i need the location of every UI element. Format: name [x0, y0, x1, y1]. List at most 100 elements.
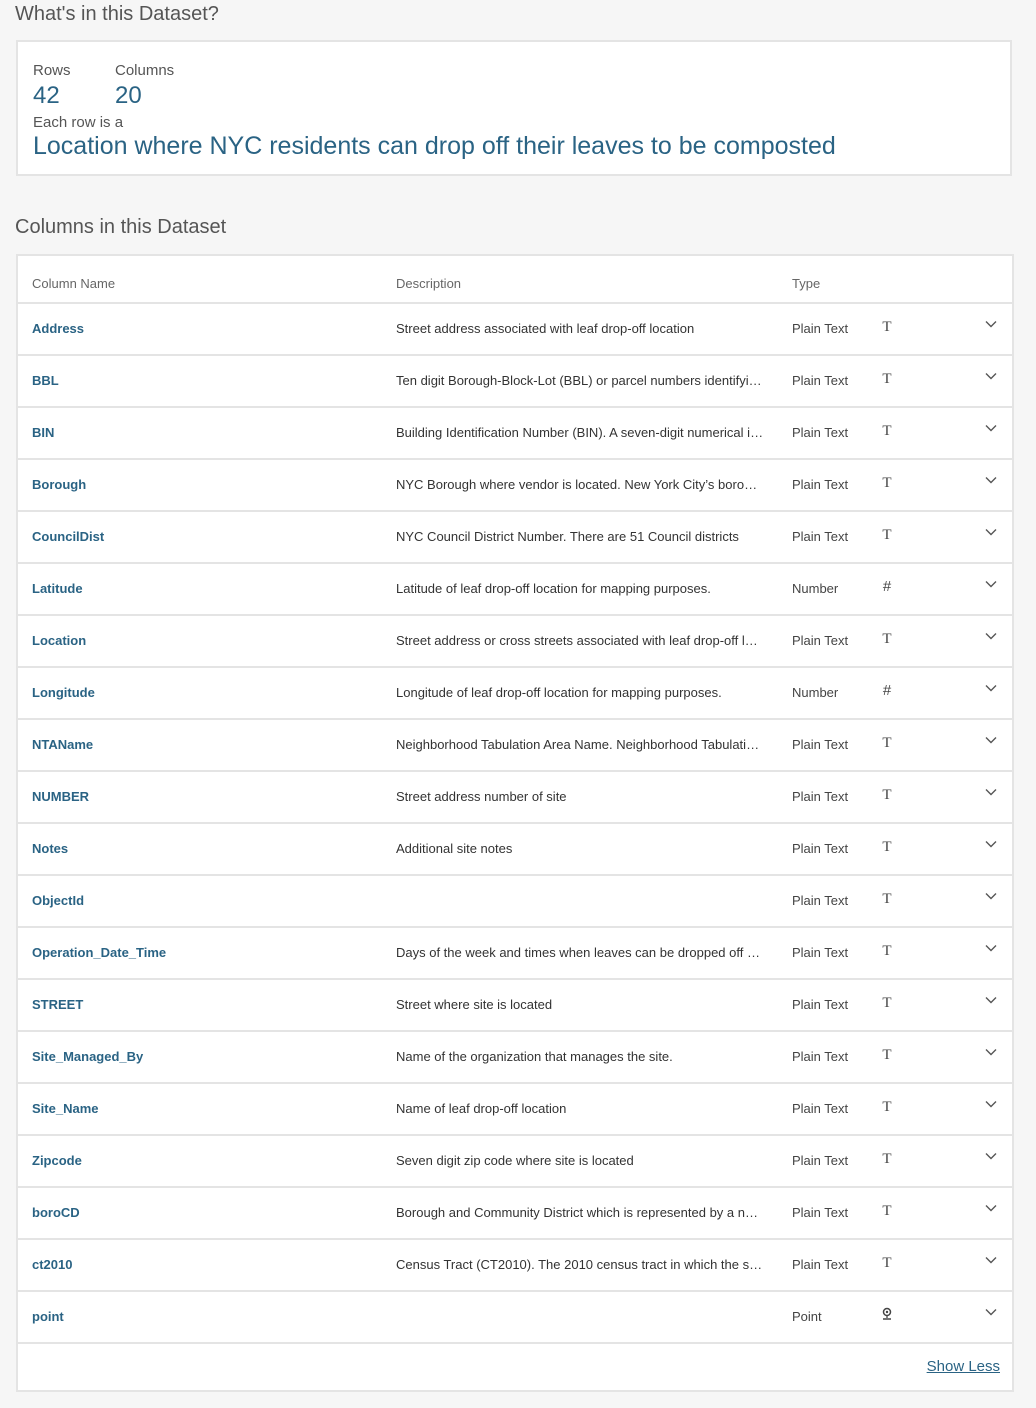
chevron-down-icon[interactable] — [984, 733, 998, 747]
text-type-icon: T — [882, 995, 892, 1011]
table-header: Column Name Description Type — [18, 256, 1012, 304]
chevron-down-icon[interactable] — [984, 941, 998, 955]
chevron-down-icon[interactable] — [984, 421, 998, 435]
chevron-down-icon[interactable] — [984, 1253, 998, 1267]
table-body: Address Street address associated with le… — [18, 304, 1012, 1344]
column-name-link[interactable]: Latitude — [32, 581, 83, 597]
column-name-link[interactable]: NTAName — [32, 737, 93, 753]
columns-value: 20 — [115, 82, 142, 109]
table-row[interactable]: Zipcode Seven digit zip code where site i… — [18, 1136, 1012, 1188]
table-row[interactable]: Operation_Date_Time Days of the week and … — [18, 928, 1012, 980]
column-description: Additional site notes — [396, 841, 513, 856]
text-type-icon: T — [882, 839, 892, 855]
column-description: Seven digit zip code where site is locat… — [396, 1153, 634, 1168]
text-type-icon: T — [882, 735, 892, 751]
table-row[interactable]: Longitude Longitude of leaf drop-off loca… — [18, 668, 1012, 720]
column-description: Name of the organization that manages th… — [396, 1049, 673, 1064]
column-name-link[interactable]: CouncilDist — [32, 529, 104, 545]
header-description: Description — [396, 276, 462, 291]
column-description: NYC Council District Number. There are 5… — [396, 529, 739, 544]
table-row[interactable]: Latitude Latitude of leaf drop-off locati… — [18, 564, 1012, 616]
table-row[interactable]: point Point — [18, 1292, 1012, 1344]
text-type-icon: T — [882, 1203, 892, 1219]
column-type: Plain Text — [792, 1257, 849, 1272]
chevron-down-icon[interactable] — [984, 993, 998, 1007]
column-name-link[interactable]: point — [32, 1309, 64, 1325]
summary-title: What's in this Dataset? — [15, 3, 219, 25]
text-type-icon: T — [882, 423, 892, 439]
table-row[interactable]: Site_Name Name of leaf drop-off location P… — [18, 1084, 1012, 1136]
column-description: Name of leaf drop-off location — [396, 1101, 567, 1116]
header-column-name: Column Name — [32, 276, 116, 291]
summary-card: Rows 42 Columns 20 Each row is a Locatio… — [16, 40, 1012, 176]
table-row[interactable]: ct2010 Census Tract (CT2010). The 2010 ce… — [18, 1240, 1012, 1292]
column-name-link[interactable]: STREET — [32, 997, 83, 1013]
column-type: Plain Text — [792, 1153, 849, 1168]
table-row[interactable]: STREET Street where site is located Plain … — [18, 980, 1012, 1032]
column-description: Building Identification Number (BIN). A … — [396, 425, 764, 440]
column-description: Census Tract (CT2010). The 2010 census t… — [396, 1257, 764, 1272]
column-type: Point — [792, 1309, 822, 1324]
row-description-label: Each row is a — [33, 114, 124, 131]
table-row[interactable]: Site_Managed_By Name of the organization … — [18, 1032, 1012, 1084]
column-name-link[interactable]: Longitude — [32, 685, 95, 701]
column-type: Plain Text — [792, 529, 849, 544]
chevron-down-icon[interactable] — [984, 369, 998, 383]
column-name-link[interactable]: Zipcode — [32, 1153, 82, 1169]
chevron-down-icon[interactable] — [984, 473, 998, 487]
column-name-link[interactable]: Borough — [32, 477, 86, 493]
column-name-link[interactable]: ct2010 — [32, 1257, 72, 1273]
column-name-link[interactable]: NUMBER — [32, 789, 89, 805]
column-type: Plain Text — [792, 1205, 849, 1220]
table-row[interactable]: BBL Ten digit Borough-Block-Lot (BBL) or … — [18, 356, 1012, 408]
chevron-down-icon[interactable] — [984, 317, 998, 331]
chevron-down-icon[interactable] — [984, 1305, 998, 1319]
chevron-down-icon[interactable] — [984, 629, 998, 643]
column-name-link[interactable]: Site_Managed_By — [32, 1049, 143, 1065]
table-row[interactable]: Location Street address or cross streets … — [18, 616, 1012, 668]
column-name-link[interactable]: boroCD — [32, 1205, 80, 1221]
chevron-down-icon[interactable] — [984, 1097, 998, 1111]
column-type: Number — [792, 685, 839, 700]
column-description: Street where site is located — [396, 997, 553, 1012]
table-row[interactable]: NUMBER Street address number of site Plain… — [18, 772, 1012, 824]
dataset-page: What's in this Dataset? Rows 42 Columns … — [0, 0, 1036, 1408]
column-name-link[interactable]: ObjectId — [32, 893, 84, 909]
rows-stat: Rows 42 — [33, 62, 71, 110]
chevron-down-icon[interactable] — [984, 785, 998, 799]
table-footer: Show Less — [18, 1344, 1012, 1388]
column-name-link[interactable]: Operation_Date_Time — [32, 945, 166, 961]
column-name-link[interactable]: Location — [32, 633, 86, 649]
show-less-link[interactable]: Show Less — [927, 1358, 1000, 1375]
table-row[interactable]: CouncilDist NYC Council District Number. … — [18, 512, 1012, 564]
column-type: Plain Text — [792, 997, 849, 1012]
column-name-link[interactable]: Site_Name — [32, 1101, 98, 1117]
column-description: Street address number of site — [396, 789, 567, 804]
table-row[interactable]: Notes Additional site notes Plain Text T — [18, 824, 1012, 876]
chevron-down-icon[interactable] — [984, 577, 998, 591]
table-row[interactable]: ObjectId Plain Text T — [18, 876, 1012, 928]
column-name-link[interactable]: Address — [32, 321, 84, 337]
chevron-down-icon[interactable] — [984, 837, 998, 851]
chevron-down-icon[interactable] — [984, 525, 998, 539]
chevron-down-icon[interactable] — [984, 889, 998, 903]
chevron-down-icon[interactable] — [984, 1201, 998, 1215]
column-type: Plain Text — [792, 737, 849, 752]
number-type-icon: # — [882, 578, 892, 595]
table-row[interactable]: BIN Building Identification Number (BIN).… — [18, 408, 1012, 460]
column-name-link[interactable]: BBL — [32, 373, 59, 389]
table-row[interactable]: Borough NYC Borough where vendor is locat… — [18, 460, 1012, 512]
chevron-down-icon[interactable] — [984, 681, 998, 695]
column-name-link[interactable]: Notes — [32, 841, 68, 857]
column-type: Plain Text — [792, 1049, 849, 1064]
column-name-link[interactable]: BIN — [32, 425, 54, 441]
table-row[interactable]: Address Street address associated with le… — [18, 304, 1012, 356]
text-type-icon: T — [882, 527, 892, 543]
table-row[interactable]: boroCD Borough and Community District whi… — [18, 1188, 1012, 1240]
table-row[interactable]: NTAName Neighborhood Tabulation Area Name… — [18, 720, 1012, 772]
chevron-down-icon[interactable] — [984, 1149, 998, 1163]
column-type: Plain Text — [792, 425, 849, 440]
column-description: Latitude of leaf drop-off location for m… — [396, 581, 711, 596]
chevron-down-icon[interactable] — [984, 1045, 998, 1059]
column-type: Plain Text — [792, 477, 849, 492]
